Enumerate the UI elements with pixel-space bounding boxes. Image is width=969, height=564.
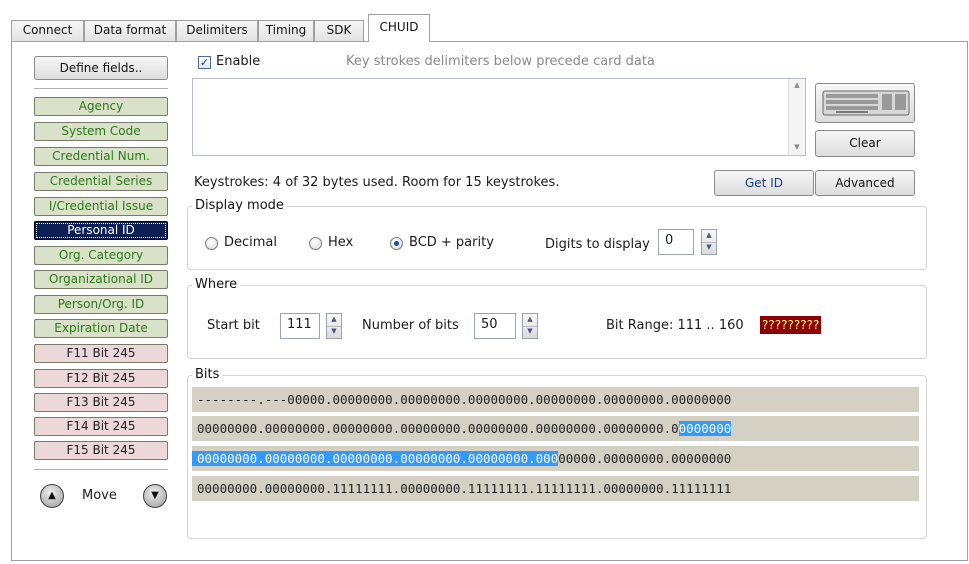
advanced-button[interactable]: Advanced [815, 170, 915, 196]
chuid-content: Define fields.. Agency System Code Crede… [0, 0, 969, 564]
where-legend: Where [192, 277, 241, 292]
move-label: Move [82, 488, 117, 503]
move-down-icon[interactable]: ▼ [143, 484, 167, 508]
left-separator-bottom [34, 469, 168, 471]
scroll-down-icon[interactable]: ▼ [789, 143, 805, 151]
radio-bcd-parity-label: BCD + parity [409, 235, 494, 250]
field-f15[interactable]: F15 Bit 245 [34, 441, 168, 460]
clear-button[interactable]: Clear [815, 130, 915, 157]
bits-row-1: --------.---00000.00000000.00000000.0000… [192, 387, 919, 414]
field-agency[interactable]: Agency [34, 97, 168, 116]
radio-decimal[interactable] [205, 237, 218, 250]
radio-decimal-label: Decimal [224, 235, 278, 250]
field-org-category[interactable]: Org. Category [34, 246, 168, 265]
field-expiration-date[interactable]: Expiration Date [34, 319, 168, 338]
get-id-button[interactable]: Get ID [714, 170, 814, 196]
field-credential-num[interactable]: Credential Num. [34, 147, 168, 166]
bit-range-text: Bit Range: 111 .. 160 [606, 318, 744, 333]
left-separator-top [34, 88, 168, 90]
textarea-scrollbar[interactable]: ▲ ▼ [788, 79, 805, 155]
radio-hex-label: Hex [328, 235, 354, 250]
number-of-bits-input[interactable]: 50 [474, 313, 516, 339]
number-of-bits-spinner[interactable]: ▲ ▼ [522, 313, 538, 339]
define-fields-button[interactable]: Define fields.. [34, 56, 168, 80]
digits-to-display-input[interactable]: 0 [658, 229, 694, 255]
bits-row-2: 00000000.00000000.00000000.00000000.0000… [192, 416, 919, 443]
field-organizational-id[interactable]: Organizational ID [34, 270, 168, 289]
spin-down-icon[interactable]: ▼ [702, 242, 716, 254]
keystrokes-status: Keystrokes: 4 of 32 bytes used. Room for… [194, 175, 560, 190]
move-up-icon[interactable]: ▲ [40, 484, 64, 508]
bits-row-3-selection: 00000000.00000000.00000000.00000000.0000… [192, 451, 559, 466]
bits-row-4-text: 00000000.00000000.11111111.00000000.1111… [197, 481, 732, 496]
field-personal-id[interactable]: Personal ID [34, 221, 168, 240]
bits-row-2-text: 00000000.00000000.00000000.00000000.0000… [197, 421, 679, 436]
enable-label: Enable [216, 54, 261, 69]
bit-range-badge: ????????? [760, 316, 822, 334]
bits-row-2-selection: 0000000 [678, 421, 732, 436]
radio-hex[interactable] [309, 237, 322, 250]
radio-bcd-parity[interactable] [390, 237, 403, 250]
bits-row-4: 00000000.00000000.11111111.00000000.1111… [192, 476, 919, 503]
start-bit-input[interactable]: 111 [280, 313, 320, 339]
keystrokes-hint: Key strokes delimiters below precede car… [346, 54, 655, 69]
keystrokes-textarea[interactable]: ▲ ▼ [192, 78, 806, 156]
spin-down-icon[interactable]: ▼ [327, 326, 341, 338]
keyboard-button[interactable] [815, 83, 915, 123]
keyboard-icon [822, 90, 910, 116]
field-f12[interactable]: F12 Bit 245 [34, 369, 168, 388]
bits-legend: Bits [192, 367, 223, 382]
digits-spinner[interactable]: ▲ ▼ [701, 229, 717, 255]
field-system-code[interactable]: System Code [34, 122, 168, 141]
start-bit-spinner[interactable]: ▲ ▼ [326, 313, 342, 339]
enable-checkbox[interactable]: ✓ [198, 56, 211, 69]
bits-row-1-text: --------.---00000.00000000.00000000.0000… [197, 392, 732, 407]
bits-row-3: 00000000.00000000.00000000.00000000.0000… [192, 446, 919, 473]
digits-to-display-label: Digits to display [545, 237, 650, 252]
field-f14[interactable]: F14 Bit 245 [34, 417, 168, 436]
field-credential-issue[interactable]: I/Credential Issue [34, 197, 168, 216]
start-bit-label: Start bit [207, 318, 260, 333]
scroll-up-icon[interactable]: ▲ [789, 81, 805, 89]
field-person-org-id[interactable]: Person/Org. ID [34, 295, 168, 314]
spin-down-icon[interactable]: ▼ [523, 326, 537, 338]
number-of-bits-label: Number of bits [362, 318, 459, 333]
bits-row-3-text: 00000.00000000.00000000 [558, 451, 732, 466]
display-mode-legend: Display mode [192, 198, 287, 213]
field-f13[interactable]: F13 Bit 245 [34, 393, 168, 412]
field-f11[interactable]: F11 Bit 245 [34, 344, 168, 363]
field-credential-series[interactable]: Credential Series [34, 172, 168, 191]
